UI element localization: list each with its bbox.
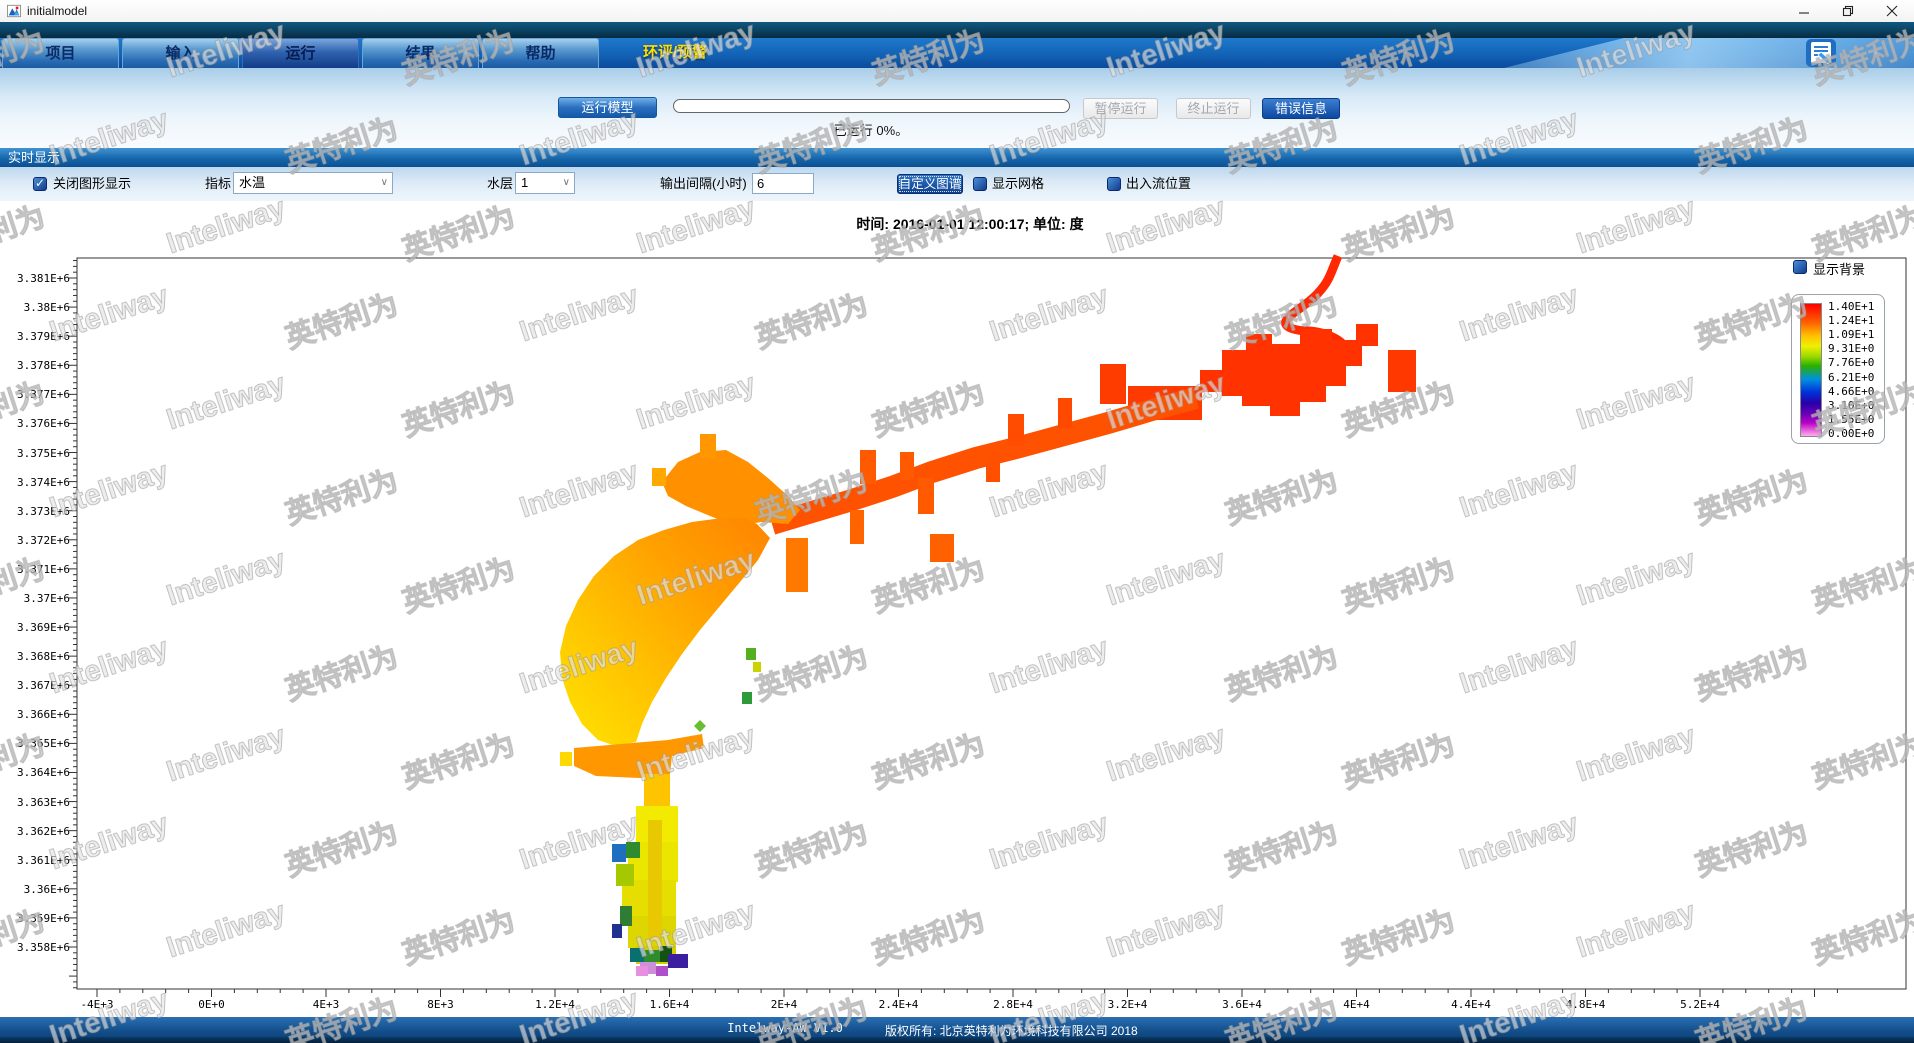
y-tick-label: 3.361E+6 (0, 854, 70, 867)
map-region (1388, 350, 1416, 392)
show-background-checkbox[interactable] (1793, 260, 1807, 274)
map-region (753, 662, 761, 672)
heatmap-plot (0, 0, 1914, 1043)
y-tick-label: 3.364E+6 (0, 766, 70, 779)
x-tick-label: 5.2E+4 (1660, 998, 1740, 1011)
legend-value: 9.31E+0 (1828, 342, 1884, 355)
legend-value: 1.24E+1 (1828, 314, 1884, 327)
map-region (644, 774, 670, 810)
map-region (620, 906, 632, 926)
map-region (772, 398, 1196, 524)
y-tick-label: 3.363E+6 (0, 796, 70, 809)
map-region (612, 924, 622, 938)
map-region (644, 950, 660, 962)
map-region (746, 648, 756, 660)
x-tick-label: 4.8E+4 (1546, 998, 1626, 1011)
legend-value: 4.66E+0 (1828, 385, 1884, 398)
map-region (626, 842, 640, 858)
map-region (930, 534, 954, 562)
map-region (742, 692, 752, 704)
y-tick-label: 3.359E+6 (0, 912, 70, 925)
legend-value: 1.09E+1 (1828, 328, 1884, 341)
color-legend: 1.40E+11.24E+11.09E+19.31E+07.76E+0 6.21E… (1791, 294, 1885, 444)
map-region (560, 752, 572, 766)
y-tick-label: 3.376E+6 (0, 417, 70, 430)
x-tick-label: 1.2E+4 (515, 998, 595, 1011)
map-region (860, 450, 876, 484)
y-tick-label: 3.372E+6 (0, 534, 70, 547)
x-tick-label: -4E+3 (57, 998, 137, 1011)
y-tick-label: 3.377E+6 (0, 388, 70, 401)
x-tick-label: 3.2E+4 (1088, 998, 1168, 1011)
map-region (1008, 414, 1024, 446)
map-region (616, 864, 634, 886)
map-region (1100, 364, 1126, 404)
y-tick-label: 3.365E+6 (0, 737, 70, 750)
map-region (668, 954, 688, 968)
y-tick-label: 3.373E+6 (0, 505, 70, 518)
status-bar: Intelway-AW V1.0 版权所有: 北京英特利为环境科技有限公司 20… (0, 1017, 1914, 1043)
map-region (662, 450, 800, 526)
x-tick-label: 2.8E+4 (973, 998, 1053, 1011)
legend-value: 7.76E+0 (1828, 356, 1884, 369)
y-tick-label: 3.367E+6 (0, 679, 70, 692)
legend-value: 3.10E+0 (1828, 399, 1884, 412)
map-region (560, 518, 770, 746)
map-region (656, 966, 668, 976)
y-tick-label: 3.366E+6 (0, 708, 70, 721)
x-tick-label: 2.4E+4 (859, 998, 939, 1011)
app-window: initialmodel 项目 输入 运行 结果 帮助 环评/预警 (0, 0, 1914, 1043)
y-tick-label: 3.375E+6 (0, 447, 70, 460)
legend-values: 1.40E+11.24E+11.09E+19.31E+07.76E+0 6.21E… (1828, 300, 1884, 440)
legend-value: 6.21E+0 (1828, 371, 1884, 384)
x-tick-label: 1.6E+4 (630, 998, 710, 1011)
map-region (1200, 324, 1378, 416)
show-background-label: 显示背景 (1813, 259, 1865, 278)
map-region (986, 454, 1000, 482)
x-tick-label: 8E+3 (401, 998, 481, 1011)
map-region (630, 948, 644, 962)
y-tick-label: 3.369E+6 (0, 621, 70, 634)
map-region (850, 510, 864, 544)
map-region (648, 820, 662, 942)
y-tick-label: 3.37E+6 (0, 592, 70, 605)
map-region (1058, 398, 1072, 428)
map-region (918, 478, 934, 514)
map-region (700, 434, 716, 458)
y-tick-label: 3.358E+6 (0, 941, 70, 954)
y-tick-label: 3.38E+6 (0, 301, 70, 314)
x-tick-label: 3.6E+4 (1202, 998, 1282, 1011)
copyright-label: 版权所有: 北京英特利为环境科技有限公司 2018 (885, 1022, 1138, 1039)
map-region (574, 734, 704, 778)
y-tick-label: 3.379E+6 (0, 330, 70, 343)
map-region (694, 720, 706, 732)
legend-value: 1.40E+1 (1828, 300, 1884, 313)
legend-value: 0.00E+0 (1828, 427, 1884, 440)
y-tick-label: 3.36E+6 (0, 883, 70, 896)
map-region (612, 844, 626, 862)
app-version-label: Intelway-AW V1.0 (700, 1021, 870, 1035)
x-tick-label: 4.4E+4 (1431, 998, 1511, 1011)
map-region (652, 468, 666, 486)
map-region (786, 538, 808, 592)
y-tick-label: 3.362E+6 (0, 825, 70, 838)
x-tick-label: 4E+3 (286, 998, 366, 1011)
map-region (636, 966, 648, 976)
legend-value: 1.55E+0 (1828, 413, 1884, 426)
status-bar-notch (822, 1037, 862, 1043)
plot-border (77, 258, 1906, 989)
y-tick-label: 3.374E+6 (0, 476, 70, 489)
y-tick-label: 3.378E+6 (0, 359, 70, 372)
y-tick-label: 3.371E+6 (0, 563, 70, 576)
x-tick-label: 2E+4 (744, 998, 824, 1011)
y-tick-label: 3.381E+6 (0, 272, 70, 285)
x-tick-label: 0E+0 (172, 998, 252, 1011)
y-tick-label: 3.368E+6 (0, 650, 70, 663)
x-tick-label: 4E+4 (1317, 998, 1397, 1011)
legend-colorbar (1800, 303, 1822, 437)
map-region (900, 452, 914, 480)
